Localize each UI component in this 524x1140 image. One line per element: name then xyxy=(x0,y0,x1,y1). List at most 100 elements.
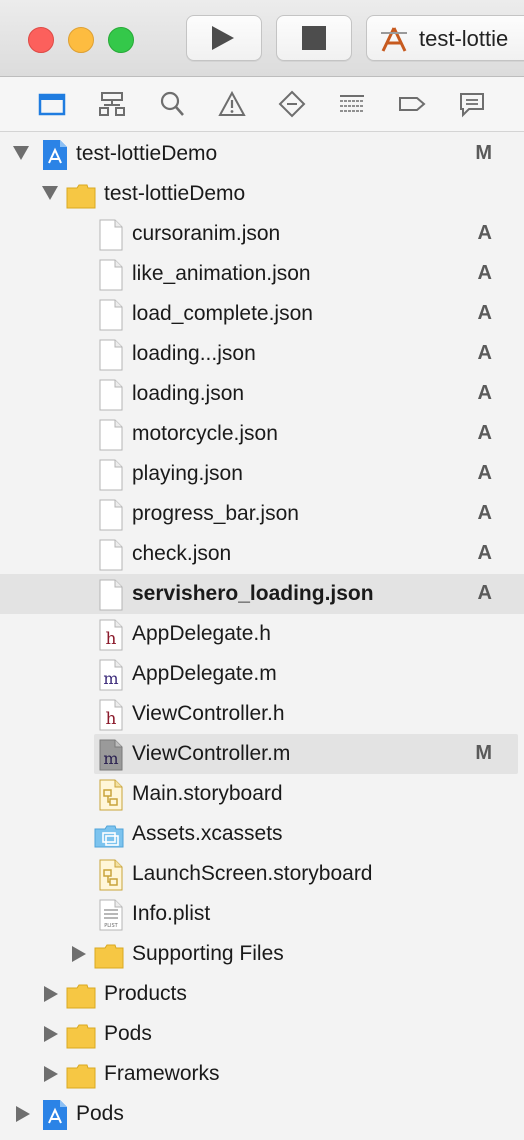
report-navigator-icon[interactable] xyxy=(458,90,486,118)
disclosure-collapsed-icon[interactable] xyxy=(44,1066,58,1082)
tree-row-file[interactable]: h AppDelegate.h xyxy=(0,614,524,654)
scm-status-badge: A xyxy=(477,502,492,524)
tree-item-label: motorcycle.json xyxy=(132,422,278,445)
storyboard-file-icon xyxy=(99,859,123,891)
disclosure-collapsed-icon[interactable] xyxy=(44,1026,58,1042)
folder-icon xyxy=(66,184,96,209)
issue-navigator-icon[interactable] xyxy=(218,90,246,118)
tree-row-file[interactable]: LaunchScreen.storyboard xyxy=(0,854,524,894)
scheme-selector[interactable]: test-lottie xyxy=(366,15,524,61)
navigator-selector-bar xyxy=(0,77,524,132)
breakpoint-navigator-icon[interactable] xyxy=(398,90,426,118)
tree-row-project[interactable]: test-lottieDemo M xyxy=(0,134,524,174)
project-navigator-icon[interactable] xyxy=(38,90,66,118)
disclosure-expanded-icon[interactable] xyxy=(42,186,58,200)
header-file-icon: h xyxy=(99,699,123,731)
scm-status-badge: M xyxy=(475,142,492,164)
tree-row-group[interactable]: Frameworks xyxy=(0,1054,524,1094)
tree-row-group[interactable]: Products xyxy=(0,974,524,1014)
disclosure-collapsed-icon[interactable] xyxy=(44,986,58,1002)
tree-row-project[interactable]: Pods xyxy=(0,1094,524,1134)
tree-row-group[interactable]: test-lottieDemo xyxy=(0,174,524,214)
tree-item-label: like_animation.json xyxy=(132,262,311,285)
json-file-icon xyxy=(99,419,123,451)
play-icon xyxy=(212,26,234,50)
tree-row-group[interactable]: Supporting Files xyxy=(0,934,524,974)
objc-implementation-file-icon: m xyxy=(99,739,123,771)
scm-status-badge: A xyxy=(477,462,492,484)
stop-button[interactable] xyxy=(276,15,352,61)
xcode-project-icon xyxy=(43,140,67,170)
tree-row-file[interactable]: cursoranim.json A xyxy=(0,214,524,254)
scm-status-badge: A xyxy=(477,342,492,364)
tree-item-label: cursoranim.json xyxy=(132,222,281,245)
tree-row-file-selected[interactable]: m ViewController.m M xyxy=(0,734,524,774)
debug-navigator-icon[interactable] xyxy=(338,90,366,118)
symbol-navigator-icon[interactable] xyxy=(98,90,126,118)
scheme-label: test-lottie xyxy=(419,26,509,51)
json-file-icon xyxy=(99,379,123,411)
storyboard-file-icon xyxy=(99,779,123,811)
tree-row-file[interactable]: h ViewController.h xyxy=(0,694,524,734)
tree-item-label: Products xyxy=(104,982,187,1005)
json-file-icon xyxy=(99,579,123,611)
window-toolbar: test-lottie xyxy=(0,0,524,77)
minimize-window-button[interactable] xyxy=(68,27,94,53)
folder-icon xyxy=(94,944,124,969)
scm-status-badge: M xyxy=(475,742,492,764)
svg-text:h: h xyxy=(106,709,117,729)
tree-row-file[interactable]: check.json A xyxy=(0,534,524,574)
find-navigator-icon[interactable] xyxy=(158,90,186,118)
tree-item-label: Info.plist xyxy=(132,902,211,925)
zoom-window-button[interactable] xyxy=(108,27,134,53)
json-file-icon xyxy=(99,499,123,531)
close-window-button[interactable] xyxy=(28,27,54,53)
tree-item-label: playing.json xyxy=(132,462,243,485)
tree-row-file[interactable]: load_complete.json A xyxy=(0,294,524,334)
scm-status-badge: A xyxy=(477,542,492,564)
json-file-icon xyxy=(99,259,123,291)
tree-item-label: check.json xyxy=(132,542,232,565)
tree-item-label: LaunchScreen.storyboard xyxy=(132,862,373,885)
tree-item-label: AppDelegate.h xyxy=(132,622,271,645)
xcode-app-icon xyxy=(381,27,407,52)
tree-row-file[interactable]: PLIST Info.plist xyxy=(0,894,524,934)
folder-icon xyxy=(66,984,96,1009)
svg-text:m: m xyxy=(103,669,118,688)
test-navigator-icon[interactable] xyxy=(278,90,306,118)
plist-file-icon: PLIST xyxy=(99,899,123,931)
svg-text:PLIST: PLIST xyxy=(104,923,118,929)
tree-item-label: loading.json xyxy=(132,382,245,405)
tree-item-label: progress_bar.json xyxy=(132,502,299,525)
asset-catalog-icon xyxy=(94,825,124,848)
tree-row-file[interactable]: playing.json A xyxy=(0,454,524,494)
tree-row-file[interactable]: Main.storyboard xyxy=(0,774,524,814)
scm-status-badge: A xyxy=(477,582,492,604)
objc-implementation-file-icon: m xyxy=(99,659,123,691)
scm-status-badge: A xyxy=(477,222,492,244)
tree-row-file-selected[interactable]: servishero_loading.json A xyxy=(0,574,524,614)
tree-item-label: test-lottieDemo xyxy=(76,142,218,165)
tree-row-group[interactable]: Pods xyxy=(0,1014,524,1054)
disclosure-collapsed-icon[interactable] xyxy=(16,1106,30,1122)
folder-icon xyxy=(66,1024,96,1049)
tree-row-file[interactable]: like_animation.json A xyxy=(0,254,524,294)
tree-item-label: Supporting Files xyxy=(132,942,284,965)
svg-text:h: h xyxy=(106,629,117,649)
disclosure-expanded-icon[interactable] xyxy=(13,146,29,160)
tree-row-file[interactable]: motorcycle.json A xyxy=(0,414,524,454)
disclosure-collapsed-icon[interactable] xyxy=(72,946,86,962)
scm-status-badge: A xyxy=(477,302,492,324)
tree-row-file[interactable]: loading.json A xyxy=(0,374,524,414)
tree-item-label: ViewController.m xyxy=(132,742,291,765)
scm-status-badge: A xyxy=(477,382,492,404)
json-file-icon xyxy=(99,339,123,371)
tree-row-file[interactable]: Assets.xcassets xyxy=(0,814,524,854)
tree-row-file[interactable]: loading...json A xyxy=(0,334,524,374)
tree-row-file[interactable]: m AppDelegate.m xyxy=(0,654,524,694)
xcode-project-icon xyxy=(43,1100,67,1130)
tree-row-file[interactable]: progress_bar.json A xyxy=(0,494,524,534)
header-file-icon: h xyxy=(99,619,123,651)
tree-item-label: ViewController.h xyxy=(132,702,285,725)
run-button[interactable] xyxy=(186,15,262,61)
